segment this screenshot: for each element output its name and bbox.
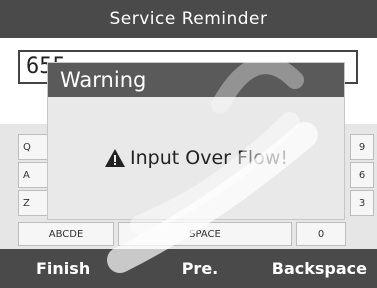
warning-dialog: Warning Input Over Flow! [48, 63, 344, 219]
key-9[interactable]: 9 [350, 134, 374, 160]
previous-button[interactable]: Pre. [182, 259, 219, 278]
backspace-button[interactable]: Backspace [272, 259, 367, 278]
warning-icon [105, 149, 126, 167]
key-0[interactable]: 0 [296, 222, 346, 246]
warning-message: Input Over Flow! [130, 147, 288, 169]
page-title: Service Reminder [109, 9, 268, 29]
key-q[interactable]: Q [18, 134, 48, 160]
key-a[interactable]: A [18, 162, 48, 188]
key-space[interactable]: SPACE [118, 222, 292, 246]
dialog-title: Warning [48, 63, 344, 97]
key-z[interactable]: Z [18, 190, 48, 216]
bottom-action-bar: Finish Pre. Backspace [0, 249, 377, 288]
finish-button[interactable]: Finish [36, 259, 90, 278]
key-abcde[interactable]: ABCDE [18, 222, 114, 246]
key-3[interactable]: 3 [350, 190, 374, 216]
dialog-body: Input Over Flow! [48, 97, 344, 219]
title-bar: Service Reminder [0, 0, 377, 38]
key-6[interactable]: 6 [350, 162, 374, 188]
